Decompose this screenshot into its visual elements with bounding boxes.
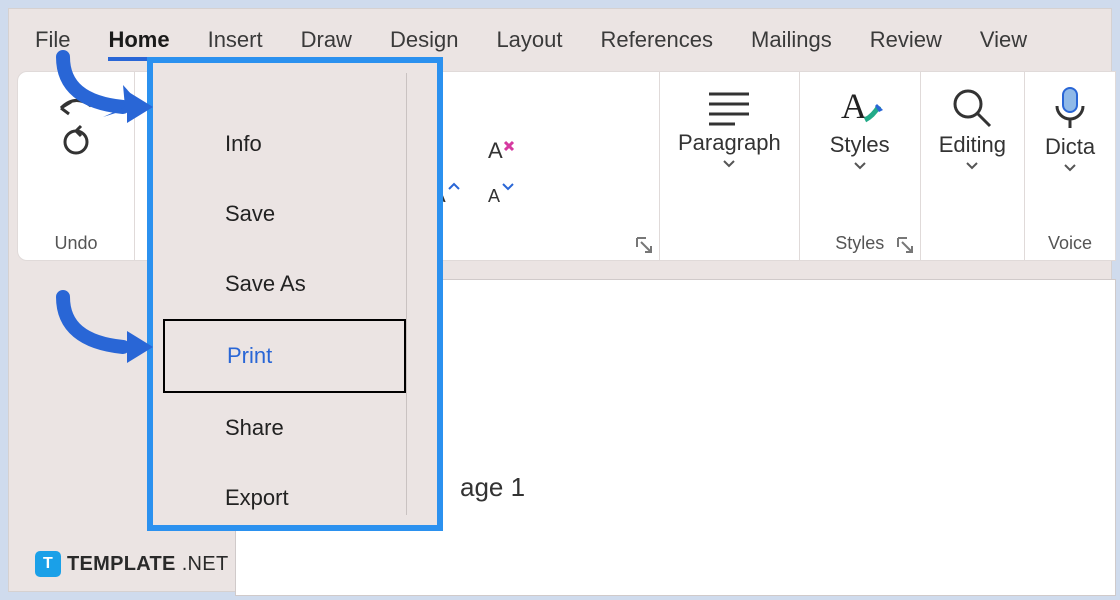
svg-text:A: A [841,86,867,126]
dictate-button[interactable]: Dicta [1045,86,1095,172]
styles-big-label: Styles [830,132,890,158]
paragraph-group: Paragraph [660,72,799,260]
font-dialog-launcher-icon[interactable] [635,236,653,254]
find-icon [950,86,994,128]
undo-group-label: Undo [54,233,97,260]
styles-dropdown-icon [854,162,866,170]
tab-layout[interactable]: Layout [496,27,562,61]
document-text: age 1 [460,472,525,503]
file-menu: Info Save Save As Print Share Export [147,57,443,531]
tab-review[interactable]: Review [870,27,942,61]
paragraph-button[interactable]: Paragraph [678,86,781,168]
styles-group-label: Styles [835,233,884,260]
tab-design[interactable]: Design [390,27,458,61]
tab-draw[interactable]: Draw [301,27,352,61]
annotation-arrow-icon [53,51,153,131]
paragraph-dropdown-icon [723,160,735,168]
styles-group: A Styles Styles [800,72,920,260]
file-menu-save[interactable]: Save [163,179,406,249]
paragraph-label: Paragraph [678,130,781,156]
svg-text:A: A [488,186,500,206]
watermark-logo-icon: T [35,551,61,577]
editing-dropdown-icon [966,162,978,170]
paragraph-icon [703,86,755,126]
file-menu-print[interactable]: Print [163,319,406,393]
tab-view[interactable]: View [980,27,1027,61]
file-menu-share[interactable]: Share [163,393,406,463]
microphone-icon [1051,86,1089,130]
watermark-text-a: TEMPLATE [67,553,176,576]
app-frame: File Home Insert Draw Design Layout Refe… [8,8,1112,592]
shrink-font-icon[interactable]: A [485,181,513,205]
watermark: T TEMPLATE .NET [35,551,228,577]
tab-mailings[interactable]: Mailings [751,27,832,61]
styles-button[interactable]: A Styles [830,86,890,170]
svg-text:A: A [488,138,503,163]
styles-dialog-launcher-icon[interactable] [896,236,914,254]
tab-insert[interactable]: Insert [208,27,263,61]
voice-group: Dicta Voice [1025,72,1115,260]
watermark-text-b: .NET [182,553,229,576]
annotation-arrow-icon [53,291,153,371]
voice-group-label: Voice [1048,233,1092,260]
dictate-label: Dicta [1045,134,1095,160]
file-menu-export[interactable]: Export [163,463,406,533]
clear-formatting-icon[interactable]: A [488,138,516,164]
editing-label: Editing [939,132,1006,158]
dictate-dropdown-icon [1064,164,1076,172]
file-menu-save-as[interactable]: Save As [163,249,406,319]
editing-button[interactable]: Editing [939,86,1006,170]
tab-references[interactable]: References [601,27,714,61]
file-menu-info[interactable]: Info [163,109,406,179]
styles-icon: A [837,86,883,128]
editing-group: Editing [921,72,1024,260]
